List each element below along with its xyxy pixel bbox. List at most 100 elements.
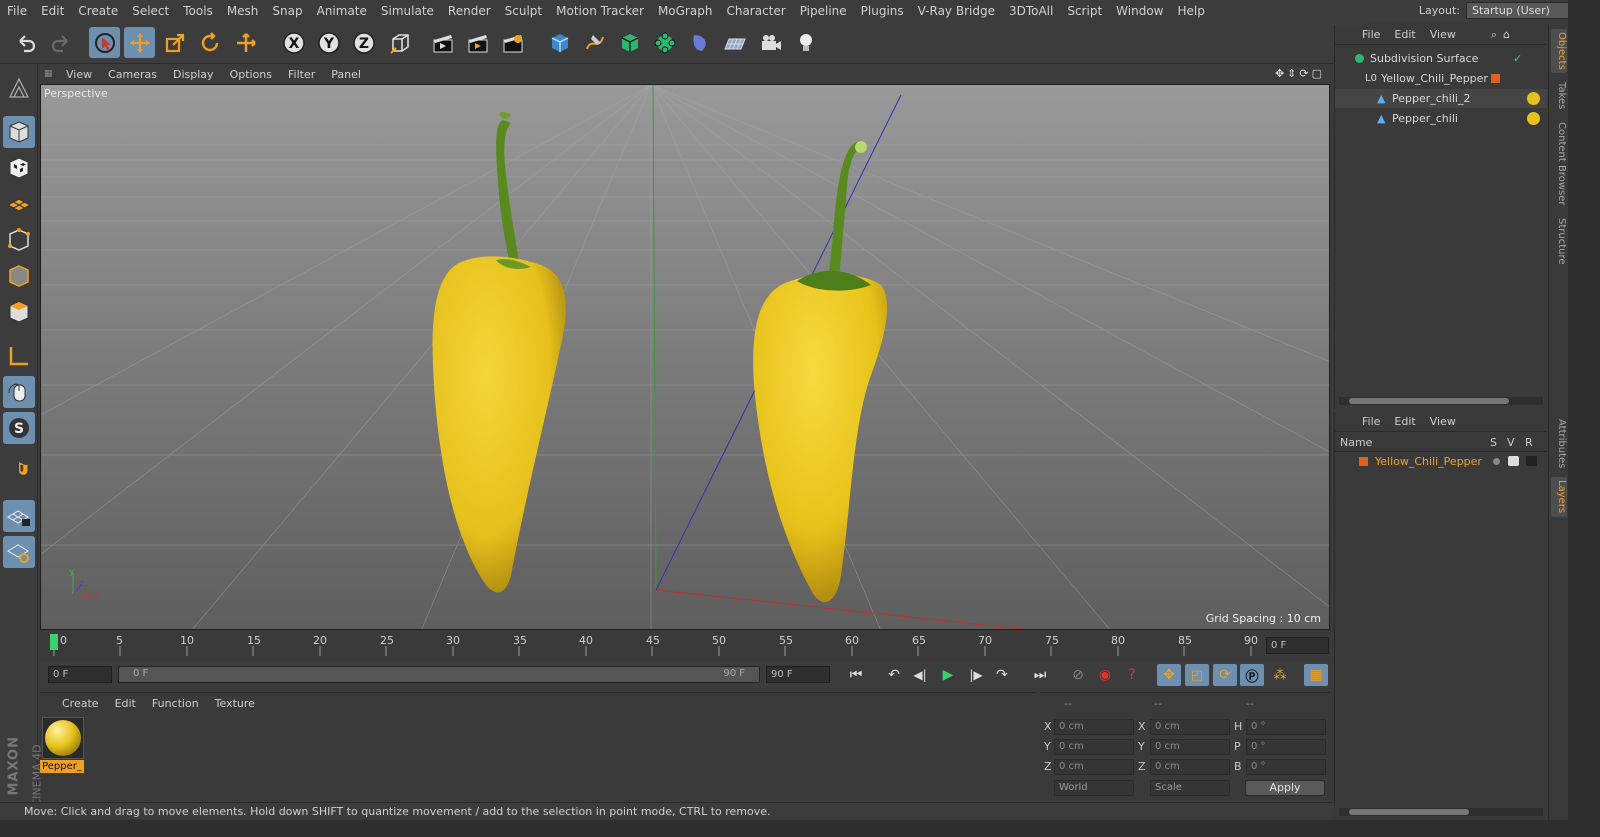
transform-tool-button[interactable] [230, 27, 261, 58]
menu-snap[interactable]: Snap [265, 0, 309, 22]
material-swatch[interactable] [42, 717, 84, 759]
size-x-field[interactable]: 0 cm [1150, 719, 1230, 735]
menu-window[interactable]: Window [1109, 0, 1170, 22]
menu-sculpt[interactable]: Sculpt [498, 0, 549, 22]
layer-manager-scrollbar[interactable] [1339, 808, 1543, 816]
rot-b-field[interactable]: 0 ° [1246, 759, 1326, 775]
menu-plugins[interactable]: Plugins [854, 0, 911, 22]
menu-mograph[interactable]: MoGraph [651, 0, 720, 22]
menu-mesh[interactable]: Mesh [220, 0, 266, 22]
add-cloner-button[interactable] [649, 27, 680, 58]
scrollbar-thumb[interactable] [1349, 809, 1469, 815]
workplane-mode-button[interactable] [3, 188, 35, 220]
menu-animate[interactable]: Animate [310, 0, 374, 22]
size-mode-dropdown[interactable]: Scale [1150, 780, 1230, 796]
menu-create[interactable]: Create [71, 0, 125, 22]
size-y-field[interactable]: 0 cm [1150, 739, 1230, 755]
x-axis-lock-button[interactable]: X [278, 27, 309, 58]
material-menu-function[interactable]: Function [144, 697, 207, 710]
coordinate-system-button[interactable] [384, 27, 415, 58]
texture-mode-button[interactable] [3, 152, 35, 184]
menu-tools[interactable]: Tools [176, 0, 220, 22]
grid-rotate-button[interactable] [3, 536, 35, 568]
menu-script[interactable]: Script [1060, 0, 1109, 22]
viewport-zoom-icon[interactable]: ⇕ [1287, 67, 1296, 80]
layer-menu-edit[interactable]: Edit [1387, 415, 1422, 428]
current-frame-field[interactable]: 0 F [1266, 637, 1329, 654]
edges-mode-button[interactable] [3, 260, 35, 292]
perspective-viewport[interactable]: y z x Perspective Grid Spacing : 10 cm [40, 84, 1330, 630]
material-menu-create[interactable]: Create [54, 697, 107, 710]
object-manager-scrollbar[interactable] [1339, 397, 1543, 405]
layer-menu-view[interactable]: View [1423, 415, 1463, 428]
menu-file[interactable]: File [0, 0, 34, 22]
menu-character[interactable]: Character [719, 0, 792, 22]
axis-mode-button[interactable] [3, 340, 35, 372]
tab-objects[interactable]: Objects [1551, 29, 1567, 73]
apply-button[interactable]: Apply [1245, 780, 1325, 796]
previous-key-button[interactable]: ↶ [882, 664, 906, 686]
viewport-menu-panel[interactable]: Panel [323, 68, 369, 81]
tab-layers[interactable]: Layers [1551, 477, 1567, 517]
tab-content-browser[interactable]: Content Browser [1551, 119, 1567, 209]
render-settings-button[interactable] [497, 27, 528, 58]
render-view-button[interactable] [427, 27, 458, 58]
key-rotation-button[interactable]: ⟳ [1213, 664, 1237, 686]
viewport-menu-cameras[interactable]: Cameras [100, 68, 165, 81]
viewport-menu-options[interactable]: Options [222, 68, 280, 81]
timeline-window-button[interactable]: ▦ [1304, 664, 1328, 686]
layer-menu-file[interactable]: File [1355, 415, 1387, 428]
play-button[interactable]: ▶ [936, 664, 960, 686]
key-position-button[interactable]: ✥ [1157, 664, 1181, 686]
object-row-subdivision[interactable]: Subdivision Surface ✓ [1335, 49, 1547, 68]
key-scale-button[interactable]: ◰ [1185, 664, 1209, 686]
viewport-menu-view[interactable]: View [58, 68, 100, 81]
previous-frame-button[interactable]: ◀| [908, 664, 932, 686]
home-icon[interactable]: ⌂ [1503, 28, 1510, 41]
menu-help[interactable]: Help [1170, 0, 1211, 22]
scale-tool-button[interactable] [159, 27, 190, 58]
key-pla-button[interactable]: ⁂ [1268, 664, 1292, 686]
visible-eye-icon[interactable] [1508, 456, 1519, 466]
render-to-picture-viewer-button[interactable] [462, 27, 493, 58]
menu-edit[interactable]: Edit [34, 0, 71, 22]
tweak-mode-button[interactable] [3, 376, 35, 408]
tab-takes[interactable]: Takes [1551, 79, 1567, 113]
model-mode-button[interactable] [3, 116, 35, 148]
add-subdivision-button[interactable] [614, 27, 645, 58]
redo-button[interactable] [45, 27, 76, 58]
viewport-maximize-icon[interactable]: ▢ [1312, 67, 1322, 80]
add-spline-pen-button[interactable] [579, 27, 610, 58]
end-frame-field[interactable]: 90 F [766, 666, 830, 683]
render-clapper-icon[interactable] [1526, 456, 1537, 466]
menu-render[interactable]: Render [441, 0, 498, 22]
next-key-button[interactable]: ↷ [990, 664, 1014, 686]
object-menu-view[interactable]: View [1423, 28, 1463, 41]
frame-range-slider[interactable]: 0 F 90 F [118, 666, 760, 683]
points-mode-button[interactable] [3, 224, 35, 256]
layer-row[interactable]: Yellow_Chili_Pepper [1335, 452, 1547, 471]
autokey-button[interactable]: ? [1120, 664, 1144, 686]
object-row-yellow-chili[interactable]: L0 Yellow_Chili_Pepper [1335, 69, 1547, 88]
lock-workplane-button[interactable] [3, 500, 35, 532]
make-editable-button[interactable] [3, 72, 35, 104]
polygons-mode-button[interactable] [3, 296, 35, 328]
go-to-end-button[interactable]: ⏭ [1028, 664, 1052, 686]
coord-system-dropdown[interactable]: World [1054, 780, 1134, 796]
timeline-ruler[interactable]: 0 5 10 15 20 25 30 35 40 45 50 55 60 65 … [40, 632, 1330, 660]
z-axis-lock-button[interactable]: Z [348, 27, 379, 58]
viewport-move-icon[interactable]: ✥ [1275, 67, 1284, 80]
undo-button[interactable] [10, 27, 41, 58]
add-cube-button[interactable] [544, 27, 575, 58]
pos-z-field[interactable]: 0 cm [1054, 759, 1134, 775]
viewport-menu-display[interactable]: Display [165, 68, 222, 81]
tab-structure[interactable]: Structure [1551, 215, 1567, 267]
go-to-start-button[interactable]: ⏮ [844, 664, 868, 686]
pos-x-field[interactable]: 0 cm [1054, 719, 1134, 735]
next-frame-button[interactable]: |▶ [964, 664, 988, 686]
start-frame-field[interactable]: 0 F [48, 666, 112, 683]
record-keys-off-button[interactable]: ⊘ [1066, 664, 1090, 686]
pos-y-field[interactable]: 0 cm [1054, 739, 1134, 755]
menu-select[interactable]: Select [125, 0, 176, 22]
solo-dot-icon[interactable] [1493, 458, 1500, 465]
